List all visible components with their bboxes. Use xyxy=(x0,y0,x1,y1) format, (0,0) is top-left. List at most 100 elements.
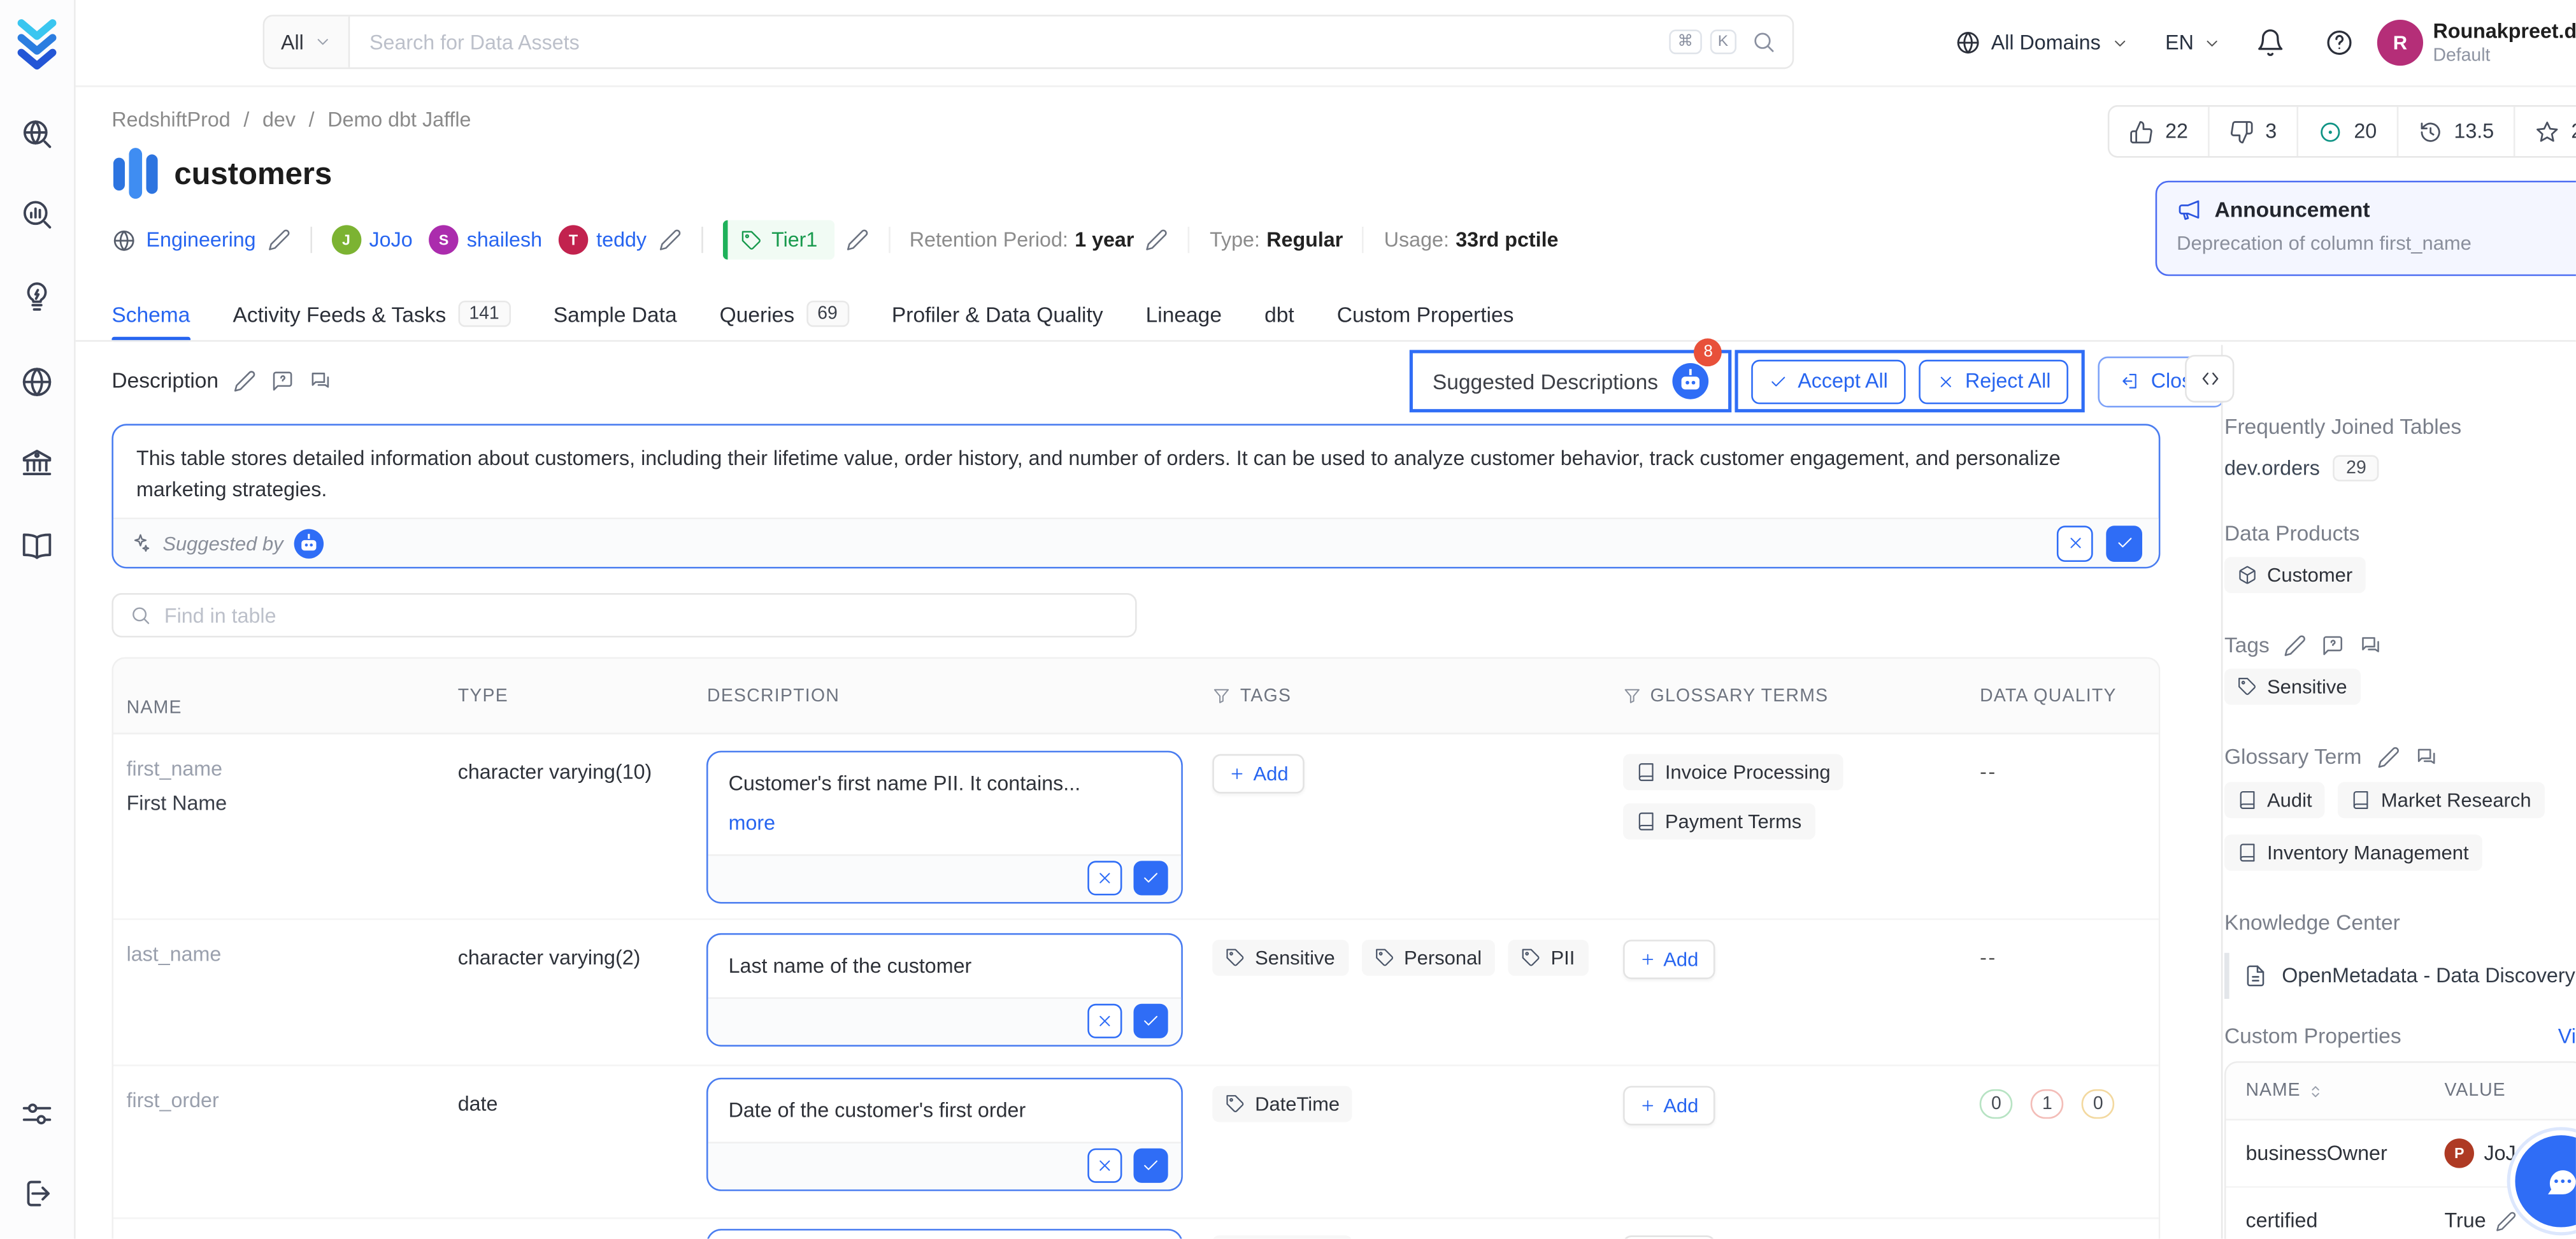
star-button[interactable]: 24 xyxy=(2515,107,2576,156)
settings-icon[interactable] xyxy=(20,1098,54,1132)
joined-table-link[interactable]: dev.orders xyxy=(2224,457,2320,480)
announcement-card[interactable]: Announcement Deprecation of column first… xyxy=(2156,181,2576,276)
tag-comments-icon[interactable] xyxy=(2360,633,2383,656)
language-selector[interactable]: EN xyxy=(2165,0,2222,85)
request-description-icon[interactable] xyxy=(271,369,294,392)
add-tag-button[interactable]: Add xyxy=(1212,754,1305,794)
columns-table-header: NAME TYPE DESCRIPTION TAGS GLOSSARY TERM… xyxy=(113,659,2159,734)
app-window: All Search for Data Assets ⌘ K All Domai… xyxy=(0,0,2576,1239)
glossary-term-chip[interactable]: Payment Terms xyxy=(1622,803,1815,840)
comments-icon[interactable] xyxy=(309,369,332,392)
breadcrumb: RedshiftProd / dev / Demo dbt Jaffle xyxy=(111,108,471,131)
tab-schema[interactable]: Schema xyxy=(111,289,190,338)
more-link[interactable]: more xyxy=(709,808,1182,838)
explore-icon[interactable] xyxy=(20,117,54,151)
edit-domain-icon[interactable] xyxy=(268,228,290,251)
entity-meta-row: Engineering J JoJo S shailesh T teddy Ti… xyxy=(111,217,1558,262)
learn-icon[interactable] xyxy=(20,529,54,563)
search-input[interactable]: Search for Data Assets xyxy=(350,17,1670,68)
breadcrumb-schema[interactable]: Demo dbt Jaffle xyxy=(327,108,471,131)
columns-table: NAME TYPE DESCRIPTION TAGS GLOSSARY TERM… xyxy=(111,657,2160,1239)
notifications-button[interactable] xyxy=(2256,0,2285,85)
book-icon xyxy=(2238,843,2258,863)
global-search-bar[interactable]: All Search for Data Assets ⌘ K xyxy=(263,15,1794,69)
user-info: Rounakpreet.d Default xyxy=(2433,20,2575,66)
quality-score-button[interactable]: 20 xyxy=(2298,107,2398,156)
joined-table-item[interactable]: dev.orders 29 xyxy=(2224,455,2379,481)
tag-chip[interactable]: PII xyxy=(1508,940,1588,976)
search-icon[interactable] xyxy=(1751,29,1776,54)
domain-link[interactable]: Engineering xyxy=(147,228,256,251)
accept-all-button[interactable]: Accept All xyxy=(1752,359,1906,404)
reject-suggestion-button[interactable] xyxy=(1088,1149,1122,1183)
help-button[interactable] xyxy=(2324,0,2354,85)
filter-icon[interactable] xyxy=(1212,687,1230,705)
breadcrumb-service[interactable]: RedshiftProd xyxy=(111,108,230,131)
reject-suggestion-button[interactable] xyxy=(2057,525,2093,561)
data-product-chip[interactable]: Customer xyxy=(2224,557,2366,593)
glossary-comments-icon[interactable] xyxy=(2414,745,2437,768)
add-glossary-term-button[interactable]: Add xyxy=(1622,940,1715,979)
insights-icon[interactable] xyxy=(20,279,54,313)
view-all-link[interactable]: Vi xyxy=(2558,1024,2576,1047)
owner-link[interactable]: shailesh xyxy=(467,228,542,251)
reject-suggestion-button[interactable] xyxy=(1088,861,1122,895)
sidebar-divider xyxy=(2221,345,2223,1239)
owner-link[interactable]: JoJo xyxy=(369,228,413,251)
tag-chip[interactable]: DateTime xyxy=(1212,1086,1353,1122)
suggested-descriptions-box[interactable]: Suggested Descriptions 8 xyxy=(1410,350,1732,412)
k-key: K xyxy=(1710,29,1736,55)
accept-suggestion-button[interactable] xyxy=(1134,1149,1169,1183)
tab-queries[interactable]: Queries69 xyxy=(720,289,849,338)
filter-icon[interactable] xyxy=(1622,687,1640,705)
tab-lineage[interactable]: Lineage xyxy=(1146,289,1222,338)
tag-chip[interactable]: Personal xyxy=(1361,940,1495,976)
glossary-term-chip[interactable]: Audit xyxy=(2224,782,2325,819)
domains-selector[interactable]: All Domains xyxy=(1955,0,2129,85)
downvote-button[interactable]: 3 xyxy=(2210,107,2298,156)
observability-icon[interactable] xyxy=(20,197,54,231)
tab-activity-feeds[interactable]: Activity Feeds & Tasks141 xyxy=(233,289,510,338)
glossary-term-chip[interactable]: Inventory Management xyxy=(2224,834,2482,871)
col-header-glossary: GLOSSARY TERMS xyxy=(1650,686,1829,706)
domains-icon[interactable] xyxy=(20,365,54,399)
tab-custom-properties[interactable]: Custom Properties xyxy=(1337,289,1514,338)
tag-chip[interactable]: Sensitive xyxy=(1212,940,1348,976)
edit-retention-icon[interactable] xyxy=(1145,228,1168,251)
glossary-term-chip[interactable]: Market Research xyxy=(2338,782,2544,819)
edit-owners-icon[interactable] xyxy=(658,228,681,251)
owner-link[interactable]: teddy xyxy=(596,228,647,251)
glossary-term-chip[interactable]: Invoice Processing xyxy=(1622,754,1843,791)
reject-suggestion-button[interactable] xyxy=(1088,1004,1122,1038)
tab-profiler[interactable]: Profiler & Data Quality xyxy=(892,289,1103,338)
edit-description-icon[interactable] xyxy=(233,369,256,392)
search-scope-dropdown[interactable]: All xyxy=(264,17,350,68)
logout-icon[interactable] xyxy=(20,1177,54,1211)
edit-tags-icon[interactable] xyxy=(2284,633,2307,656)
upvote-button[interactable]: 22 xyxy=(2109,107,2209,156)
user-menu[interactable]: R Rounakpreet.d Default xyxy=(2377,0,2576,85)
collapse-panel-button[interactable] xyxy=(2185,355,2234,403)
breadcrumb-database[interactable]: dev xyxy=(262,108,296,131)
govern-icon[interactable] xyxy=(20,445,54,480)
edit-value-icon[interactable] xyxy=(2496,1210,2517,1231)
tab-dbt[interactable]: dbt xyxy=(1264,289,1294,338)
accept-suggestion-button[interactable] xyxy=(1134,1004,1169,1038)
column-name: first_order xyxy=(127,1089,445,1112)
tag-chip[interactable]: Sensitive xyxy=(2224,669,2360,705)
sort-icon[interactable] xyxy=(2307,1082,2325,1099)
find-in-table-input[interactable]: Find in table xyxy=(111,593,1136,638)
openmetadata-logo-icon[interactable] xyxy=(15,18,59,71)
add-glossary-term-button[interactable]: Add xyxy=(1622,1086,1715,1126)
knowledge-article-item[interactable]: OpenMetadata - Data Discovery xyxy=(2224,953,2575,999)
accept-suggestion-button[interactable] xyxy=(2106,525,2142,561)
data-quality-badges[interactable]: 0 1 0 xyxy=(1980,1089,2159,1119)
edit-tier-icon[interactable] xyxy=(845,228,868,251)
accept-suggestion-button[interactable] xyxy=(1134,861,1169,895)
data-quality-empty: -- xyxy=(1980,947,1997,970)
freshness-button[interactable]: 13.5 xyxy=(2398,107,2515,156)
tab-sample-data[interactable]: Sample Data xyxy=(554,289,677,338)
edit-glossary-icon[interactable] xyxy=(2377,745,2400,768)
request-tags-icon[interactable] xyxy=(2322,633,2345,656)
reject-all-button[interactable]: Reject All xyxy=(1919,359,2069,404)
